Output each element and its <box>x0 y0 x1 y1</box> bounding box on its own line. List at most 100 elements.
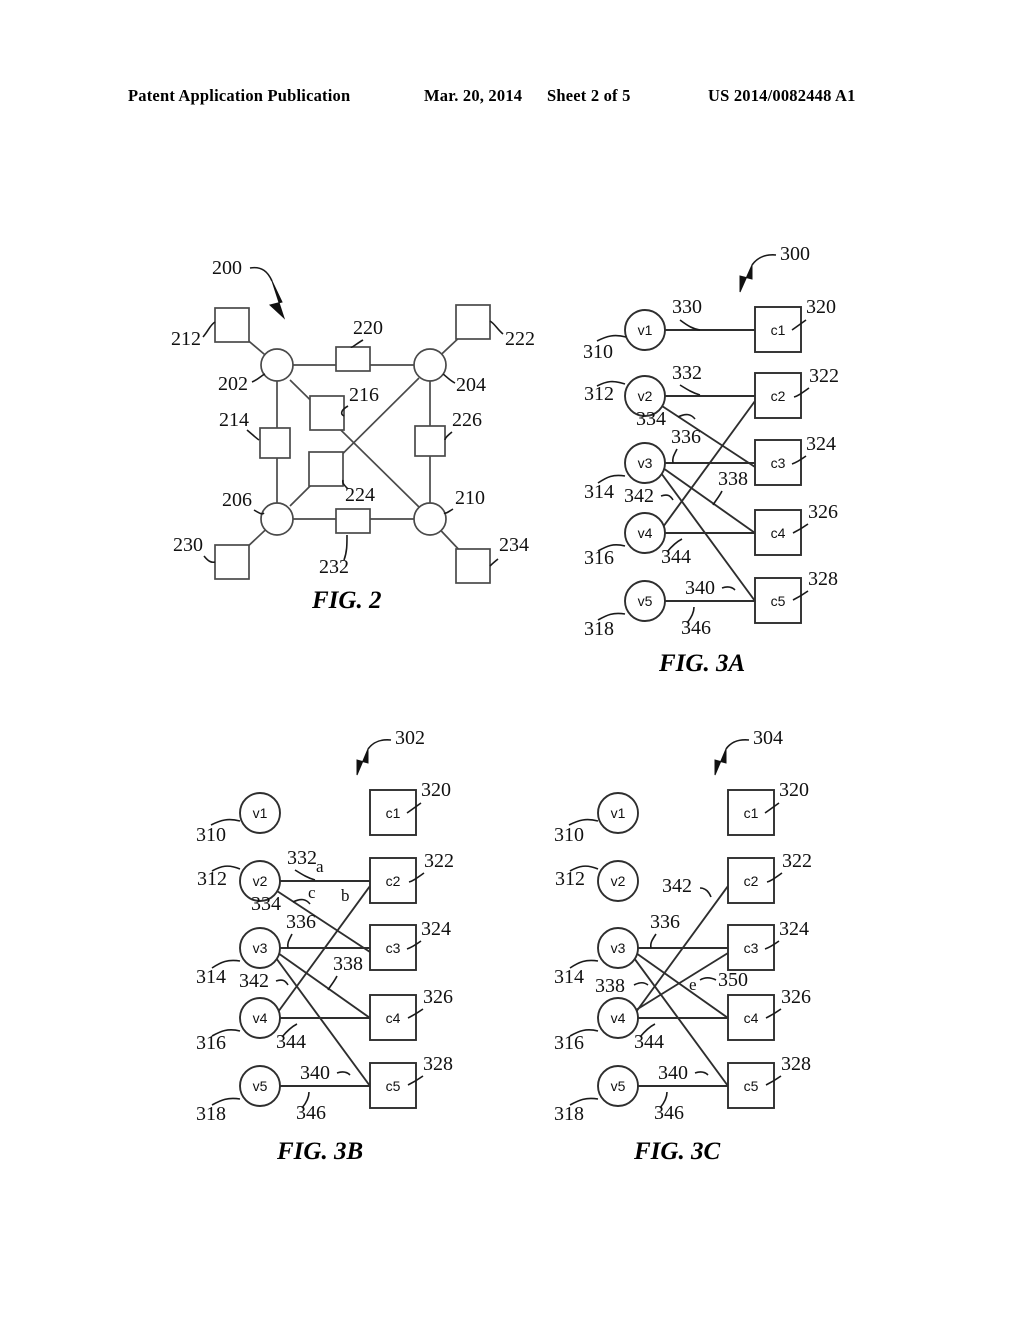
fig3a-label-v2: v2 <box>638 388 653 404</box>
fig3a-label-v5: v5 <box>638 593 653 609</box>
figure-3b: 302 v1 v2 v3 v4 v5 c1 c2 c3 c4 c5 310 31… <box>196 727 454 1165</box>
fig3a-edge-ref-336: 336 <box>671 426 701 448</box>
fig3b-edge-ref-338: 338 <box>333 953 363 975</box>
fig3c-ref-316: 316 <box>554 1032 584 1054</box>
fig3a-ref-310: 310 <box>583 341 613 363</box>
fig2-ref-214: 214 <box>219 409 249 431</box>
fig3b-edge-ref-344: 344 <box>276 1031 306 1053</box>
fig2-square-node-212 <box>214 307 250 343</box>
fig3a-label-c1: c1 <box>771 322 786 338</box>
fig3a-label-v1: v1 <box>638 322 653 338</box>
fig3b-label-v1: v1 <box>253 805 268 821</box>
fig3b-edge-ref-342: 342 <box>239 970 269 992</box>
fig2-ref-212: 212 <box>171 328 201 350</box>
fig3a-ref-328: 328 <box>808 568 838 590</box>
fig3a-ref-324: 324 <box>806 433 836 455</box>
fig3b-ref-318: 318 <box>196 1103 226 1125</box>
fig3a-ref-312: 312 <box>584 383 614 405</box>
fig3a-label-c4: c4 <box>771 525 786 541</box>
fig2-ref-234: 234 <box>499 534 529 556</box>
fig3c-ref-328: 328 <box>781 1053 811 1075</box>
patent-drawing-sheet: 200 212 222 220 202 204 216 214 226 224 … <box>171 243 839 1165</box>
fig3b-ref-310: 310 <box>196 824 226 846</box>
fig3a-caption: FIG. 3A <box>658 650 745 677</box>
fig2-ref-226: 226 <box>452 409 482 431</box>
fig3a-ref-320: 320 <box>806 296 836 318</box>
fig3c-label-v5: v5 <box>611 1078 626 1094</box>
fig3b-edge-ref-340: 340 <box>300 1062 330 1084</box>
fig2-ref-222: 222 <box>505 328 535 350</box>
fig3b-ref-320: 320 <box>421 779 451 801</box>
fig3a-edge-ref-346: 346 <box>681 617 711 639</box>
fig2-ref-224: 224 <box>345 484 375 506</box>
fig3c-edge-ref-346: 346 <box>654 1102 684 1124</box>
fig3c-ref-318: 318 <box>554 1103 584 1125</box>
fig2-circle-node-210 <box>413 502 447 536</box>
fig3b-label-c2: c2 <box>386 873 401 889</box>
figure-2: 200 212 222 220 202 204 216 214 226 224 … <box>171 257 535 614</box>
fig3b-label-c3: c3 <box>386 940 401 956</box>
fig2-ref-204: 204 <box>456 374 486 396</box>
fig2-square-node-224 <box>308 451 344 487</box>
fig2-ref-210: 210 <box>455 487 485 509</box>
fig3a-edge-ref-338: 338 <box>718 468 748 490</box>
fig3a-edge-342 <box>662 400 756 528</box>
fig2-circle-node-202 <box>260 348 294 382</box>
fig3a-label-v4: v4 <box>638 525 653 541</box>
fig3a-edge-ref-342: 342 <box>624 485 654 507</box>
fig3b-label-v2: v2 <box>253 873 268 889</box>
fig3c-label-v3: v3 <box>611 940 626 956</box>
fig2-circle-node-206 <box>260 502 294 536</box>
fig3c-ref-324: 324 <box>779 918 809 940</box>
fig3c-ref-326: 326 <box>781 986 811 1008</box>
fig2-ref-202: 202 <box>218 373 248 395</box>
fig3a-ref-300: 300 <box>780 243 810 265</box>
fig3c-label-v4: v4 <box>611 1010 626 1026</box>
fig3a-ref-318: 318 <box>584 618 614 640</box>
fig3c-label-v2: v2 <box>611 873 626 889</box>
fig3b-edge-ref-346: 346 <box>296 1102 326 1124</box>
fig3b-ref-302: 302 <box>395 727 425 749</box>
fig3b-edge-ref-332: 332 <box>287 847 317 869</box>
fig3a-edge-ref-330: 330 <box>672 296 702 318</box>
fig3c-ref-314: 314 <box>554 966 584 988</box>
fig3a-edge-ref-332: 332 <box>672 362 702 384</box>
fig2-ref-230: 230 <box>173 534 203 556</box>
fig3c-edge-ref-344: 344 <box>634 1031 664 1053</box>
fig3b-edge-342 <box>277 885 371 1013</box>
fig3b-ref-314: 314 <box>196 966 226 988</box>
fig3c-label-v1: v1 <box>611 805 626 821</box>
fig3c-edge-342 <box>635 885 729 1013</box>
fig3c-ref-312: 312 <box>555 868 585 890</box>
fig3b-ref-324: 324 <box>421 918 451 940</box>
fig3c-edge-ref-340: 340 <box>658 1062 688 1084</box>
figure-3c: 304 v1 v2 v3 v4 v5 c1 c2 c3 c4 c5 310 31… <box>554 727 812 1165</box>
fig3c-edge-ref-342: 342 <box>662 875 692 897</box>
fig3c-label-c1: c1 <box>744 805 759 821</box>
fig3b-label-v4: v4 <box>253 1010 268 1026</box>
fig3a-label-c3: c3 <box>771 455 786 471</box>
fig2-square-node-220 <box>335 346 371 372</box>
fig3a-label-c5: c5 <box>771 593 786 609</box>
fig3b-edge-letter-b: b <box>341 886 350 905</box>
fig2-circle-node-204 <box>413 348 447 382</box>
fig2-square-node-226 <box>414 425 446 457</box>
fig3b-ref-326: 326 <box>423 986 453 1008</box>
fig3c-label-c5: c5 <box>744 1078 759 1094</box>
fig3c-ref-310: 310 <box>554 824 584 846</box>
fig3c-edge-350 <box>635 952 729 1011</box>
fig3b-ref-322: 322 <box>424 850 454 872</box>
fig2-square-node-222 <box>455 304 491 340</box>
fig3b-label-v5: v5 <box>253 1078 268 1094</box>
fig3c-edge-338 <box>635 952 729 1019</box>
fig3a-edge-ref-334: 334 <box>636 408 666 430</box>
fig3c-ref-322: 322 <box>782 850 812 872</box>
fig2-caption: FIG. 2 <box>311 587 381 614</box>
fig3b-ref-316: 316 <box>196 1032 226 1054</box>
fig3c-edge-letter-e: e <box>689 975 697 994</box>
fig2-square-node-232 <box>335 508 371 534</box>
fig3c-label-c3: c3 <box>744 940 759 956</box>
fig3c-label-c4: c4 <box>744 1010 759 1026</box>
fig3b-edge-ref-336: 336 <box>286 911 316 933</box>
fig3a-ref-314: 314 <box>584 481 614 503</box>
